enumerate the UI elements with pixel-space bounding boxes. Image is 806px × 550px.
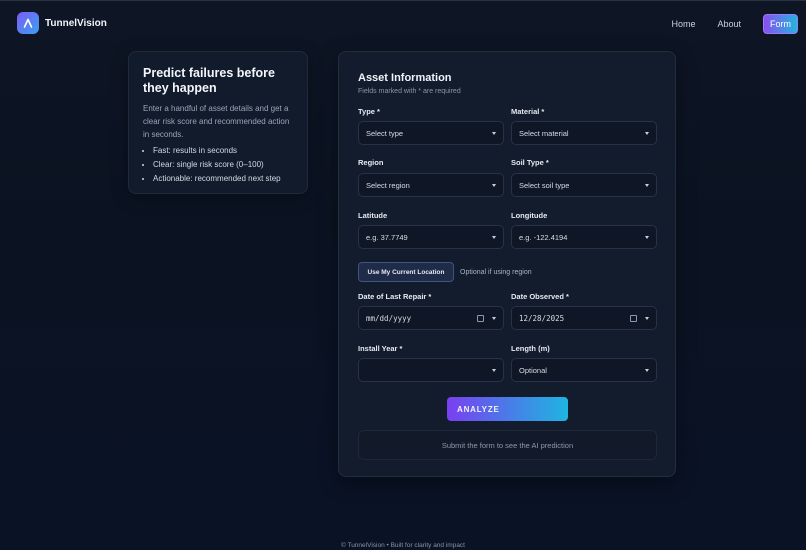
chevron-down-icon <box>492 235 496 239</box>
longitude-label: Longitude <box>511 211 548 220</box>
prediction-result: Submit the form to see the AI prediction <box>358 430 657 460</box>
chevron-down-icon <box>492 131 496 135</box>
chevron-down-icon <box>492 316 496 320</box>
feature-item: Actionable: recommended next step <box>153 172 293 186</box>
form-title: Asset Information <box>358 72 452 84</box>
date-observed-input[interactable]: 12/28/2025 <box>511 306 657 330</box>
soil-type-select[interactable]: Select soil type <box>511 173 657 197</box>
material-label: Material * <box>511 107 545 116</box>
chevron-down-icon <box>645 316 649 320</box>
latitude-label: Latitude <box>358 211 388 220</box>
feature-item: Clear: single risk score (0–100) <box>153 158 293 172</box>
last-repair-label: Date of Last Repair * <box>358 292 432 301</box>
nav-links: Home About Form <box>671 14 798 34</box>
feature-list: Fast: results in seconds Clear: single r… <box>143 144 293 186</box>
calendar-icon[interactable] <box>477 314 484 322</box>
chevron-down-icon <box>645 368 649 372</box>
asset-form-card: Asset Information Fields marked with * a… <box>338 51 676 477</box>
chevron-down-icon <box>492 183 496 187</box>
nav-form-link[interactable]: Form <box>763 14 798 34</box>
chevron-down-icon <box>645 131 649 135</box>
location-hint: Optional if using region <box>460 269 532 276</box>
chevron-down-icon <box>645 235 649 239</box>
material-select[interactable]: Select material <box>511 121 657 145</box>
install-year-select[interactable] <box>358 358 504 382</box>
logo-icon <box>17 12 39 34</box>
analyze-button[interactable]: ANALYZE <box>447 397 568 421</box>
longitude-input[interactable]: e.g. -122.4194 <box>511 225 657 249</box>
info-card: Predict failures before they happen Ente… <box>128 51 308 194</box>
date-observed-value: 12/28/2025 <box>519 313 565 323</box>
top-nav-bar: TunnelVision Home About Form <box>0 0 806 44</box>
length-value: Optional <box>519 365 547 375</box>
use-current-location-button[interactable]: Use My Current Location <box>358 262 454 282</box>
soil-type-label: Soil Type * <box>511 158 549 167</box>
material-select-value: Select material <box>519 128 569 138</box>
longitude-placeholder: e.g. -122.4194 <box>519 232 568 242</box>
chevron-down-icon <box>645 183 649 187</box>
region-select-value: Select region <box>366 180 410 190</box>
feature-item: Fast: results in seconds <box>153 144 293 158</box>
date-observed-label: Date Observed * <box>511 292 569 301</box>
latitude-input[interactable]: e.g. 37.7749 <box>358 225 504 249</box>
length-select[interactable]: Optional <box>511 358 657 382</box>
last-repair-date-value: mm/dd/yyyy <box>366 313 412 323</box>
latitude-placeholder: e.g. 37.7749 <box>366 232 408 242</box>
form-subtitle: Fields marked with * are required <box>358 88 461 95</box>
brand-name: TunnelVision <box>45 17 107 29</box>
footer: © TunnelVision • Built for clarity and i… <box>340 542 465 549</box>
info-title: Predict failures before they happen <box>143 66 275 95</box>
soil-type-select-value: Select soil type <box>519 180 570 190</box>
nav-home-link[interactable]: Home <box>671 19 695 29</box>
type-select-value: Select type <box>366 128 404 138</box>
nav-about-link[interactable]: About <box>717 19 741 29</box>
calendar-icon[interactable] <box>630 314 637 322</box>
install-year-label: Install Year * <box>358 344 403 353</box>
length-label: Length (m) <box>511 344 550 353</box>
info-description: Enter a handful of asset details and get… <box>143 104 290 139</box>
brand[interactable]: TunnelVision <box>17 12 107 34</box>
region-select[interactable]: Select region <box>358 173 504 197</box>
chevron-down-icon <box>492 368 496 372</box>
region-label: Region <box>358 158 384 167</box>
type-label: Type * <box>358 107 380 116</box>
type-select[interactable]: Select type <box>358 121 504 145</box>
last-repair-date-input[interactable]: mm/dd/yyyy <box>358 306 504 330</box>
